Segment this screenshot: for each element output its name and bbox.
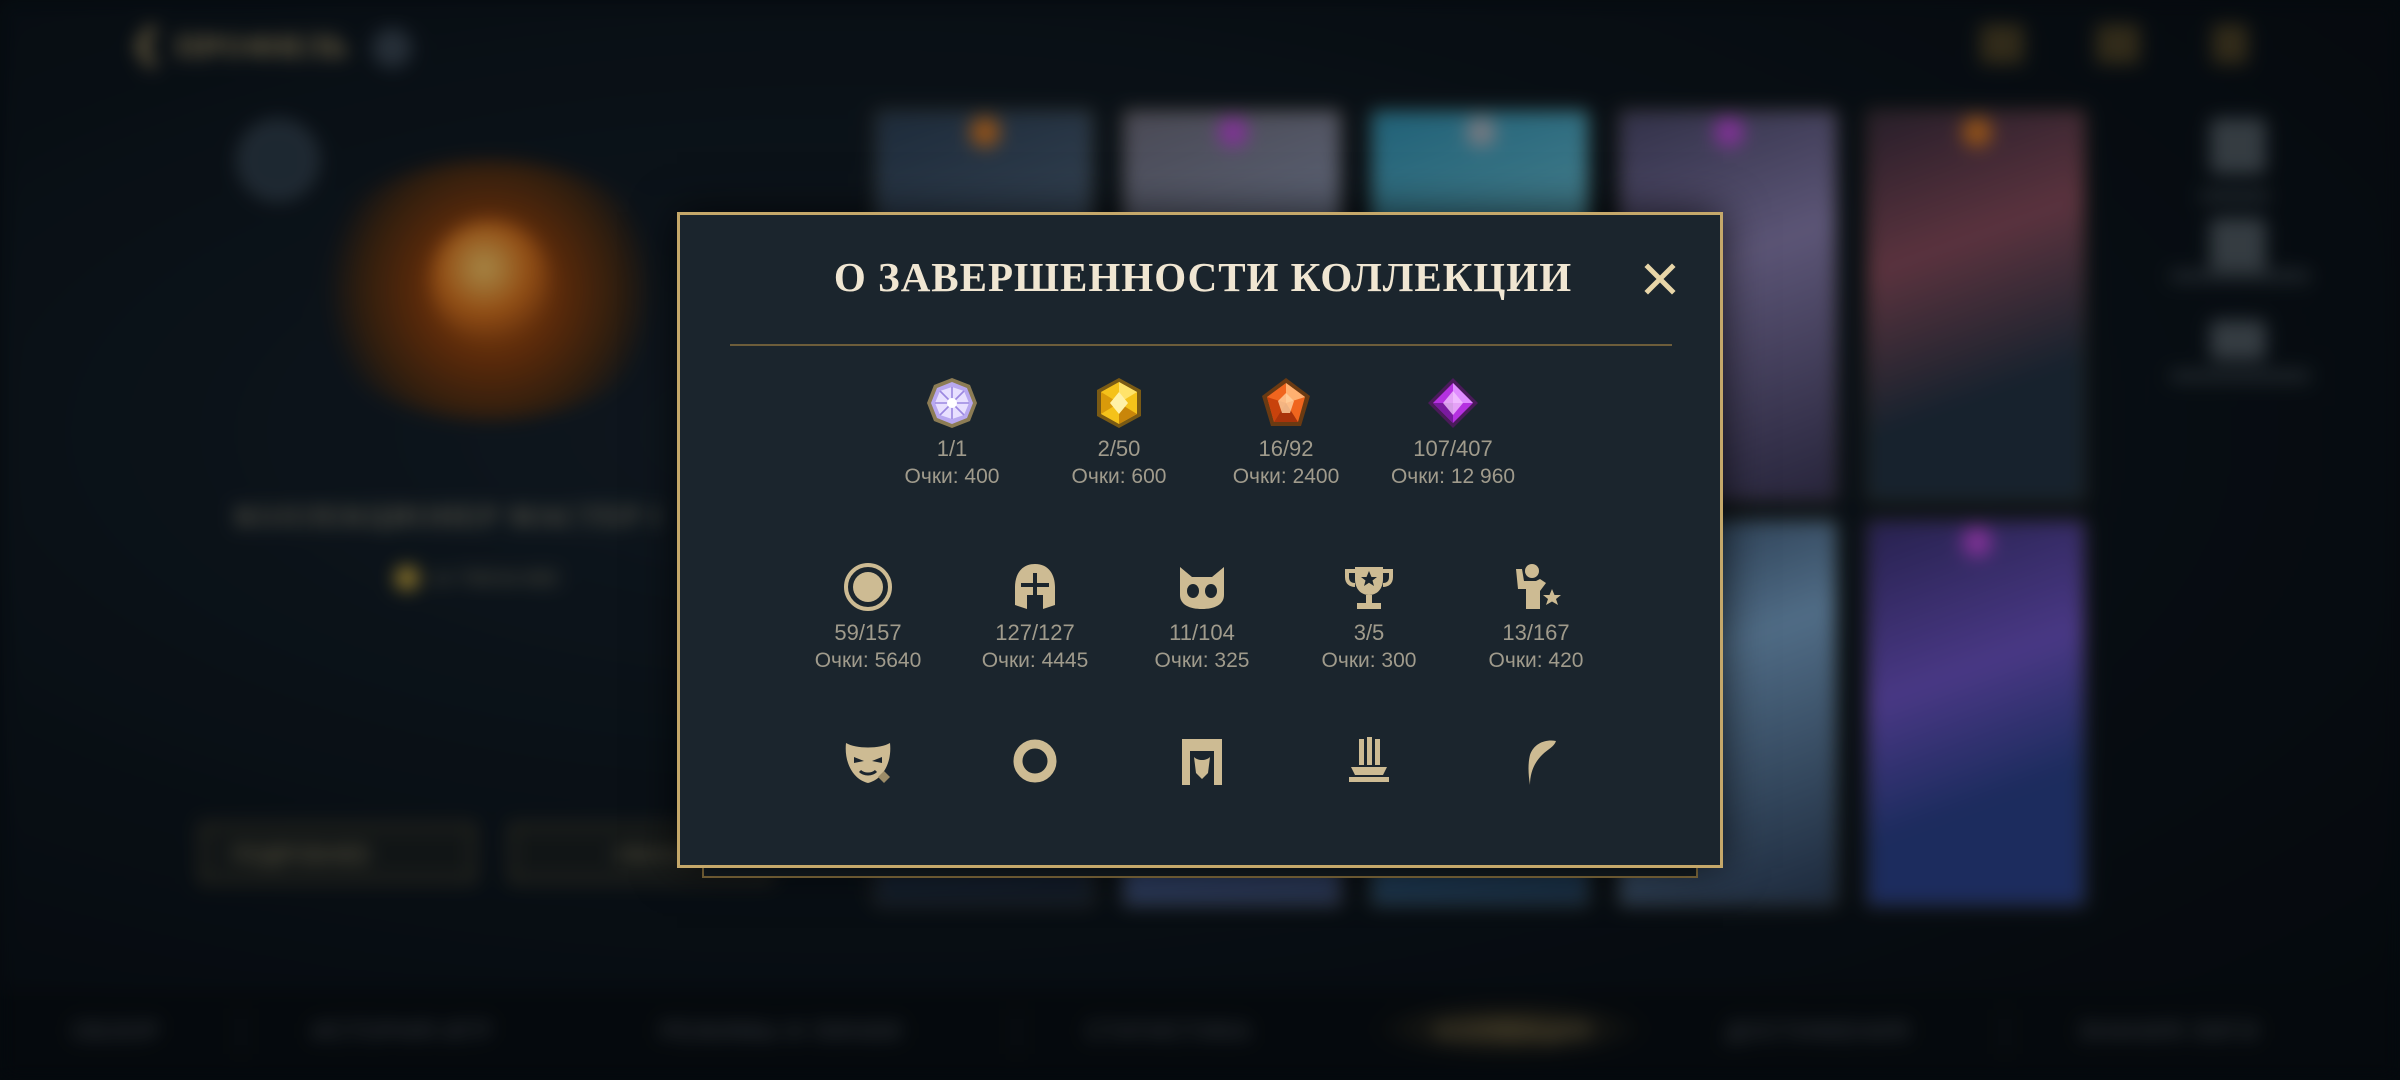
- category-stat-pedestals: [1289, 733, 1449, 789]
- scroll-fade: [680, 787, 1720, 865]
- emote-icon: [1508, 559, 1564, 615]
- skin-circle-icon: [840, 559, 896, 615]
- category-stat-trophies: 3/5 Очки: 300: [1289, 559, 1449, 675]
- mythic-gem-icon: [1091, 375, 1147, 431]
- summoner-ring-icon: [1007, 733, 1063, 789]
- rarity-stat-epic: 107/407 Очки: 12 960: [1373, 375, 1533, 491]
- rarity-stat-mythic: 2/50 Очки: 600: [1039, 375, 1199, 491]
- ultimate-gem-icon: [924, 375, 980, 431]
- stat-points: Очки: 4445: [981, 649, 1089, 672]
- stat-count: 127/127: [995, 620, 1075, 645]
- stat-points: Очки: 2400: [1232, 465, 1340, 488]
- stat-count: 2/50: [1097, 436, 1141, 461]
- category-stat-chromas: [788, 733, 948, 789]
- stat-count: 59/157: [834, 620, 902, 645]
- ward-creature-icon: [1174, 559, 1230, 615]
- crest-feather-icon: [1508, 733, 1564, 789]
- stat-points: Очки: 5640: [814, 649, 922, 672]
- close-icon[interactable]: [1638, 257, 1682, 301]
- category-stat-wards: 11/104 Очки: 325: [1122, 559, 1282, 675]
- rarity-stat-legendary: 16/92 Очки: 2400: [1206, 375, 1366, 491]
- category-stat-banners: [1122, 733, 1282, 789]
- stat-points: Очки: 600: [1071, 465, 1167, 488]
- category-stat-skins: 59/157 Очки: 5640: [788, 559, 948, 675]
- stat-points: Очки: 420: [1488, 649, 1584, 672]
- stat-count: 16/92: [1258, 436, 1314, 461]
- trophy-icon: [1341, 559, 1397, 615]
- pedestal-icon: [1341, 733, 1397, 789]
- category-stat-champions: 127/127 Очки: 4445: [955, 559, 1115, 675]
- collection-completion-modal: О ЗАВЕРШЕННОСТИ КОЛЛЕКЦИИ 1/1 Очки: 400: [677, 212, 1723, 868]
- category-stat-emotes: 13/167 Очки: 420: [1456, 559, 1616, 675]
- epic-gem-icon: [1425, 375, 1481, 431]
- stat-points: Очки: 325: [1154, 649, 1250, 672]
- stat-points: Очки: 300: [1321, 649, 1417, 672]
- modal-title: О ЗАВЕРШЕННОСТИ КОЛЛЕКЦИИ: [833, 254, 1573, 300]
- rarity-stat-ultimate: 1/1 Очки: 400: [872, 375, 1032, 491]
- title-divider: [730, 344, 1672, 346]
- stat-count: 107/407: [1413, 436, 1493, 461]
- close-button[interactable]: [1638, 257, 1682, 301]
- stat-count: 3/5: [1353, 620, 1385, 645]
- stat-count: 13/167: [1502, 620, 1570, 645]
- banner-frame-icon: [1174, 733, 1230, 789]
- category-stat-crests: [1456, 733, 1616, 789]
- stat-count: 1/1: [936, 436, 968, 461]
- category-stat-icons: [955, 733, 1115, 789]
- stat-points: Очки: 400: [904, 465, 1000, 488]
- stat-count: 11/104: [1169, 620, 1235, 645]
- stat-points: Очки: 12 960: [1390, 465, 1516, 488]
- legendary-gem-icon: [1258, 375, 1314, 431]
- champion-helmet-icon: [1007, 559, 1063, 615]
- chroma-mask-icon: [840, 733, 896, 789]
